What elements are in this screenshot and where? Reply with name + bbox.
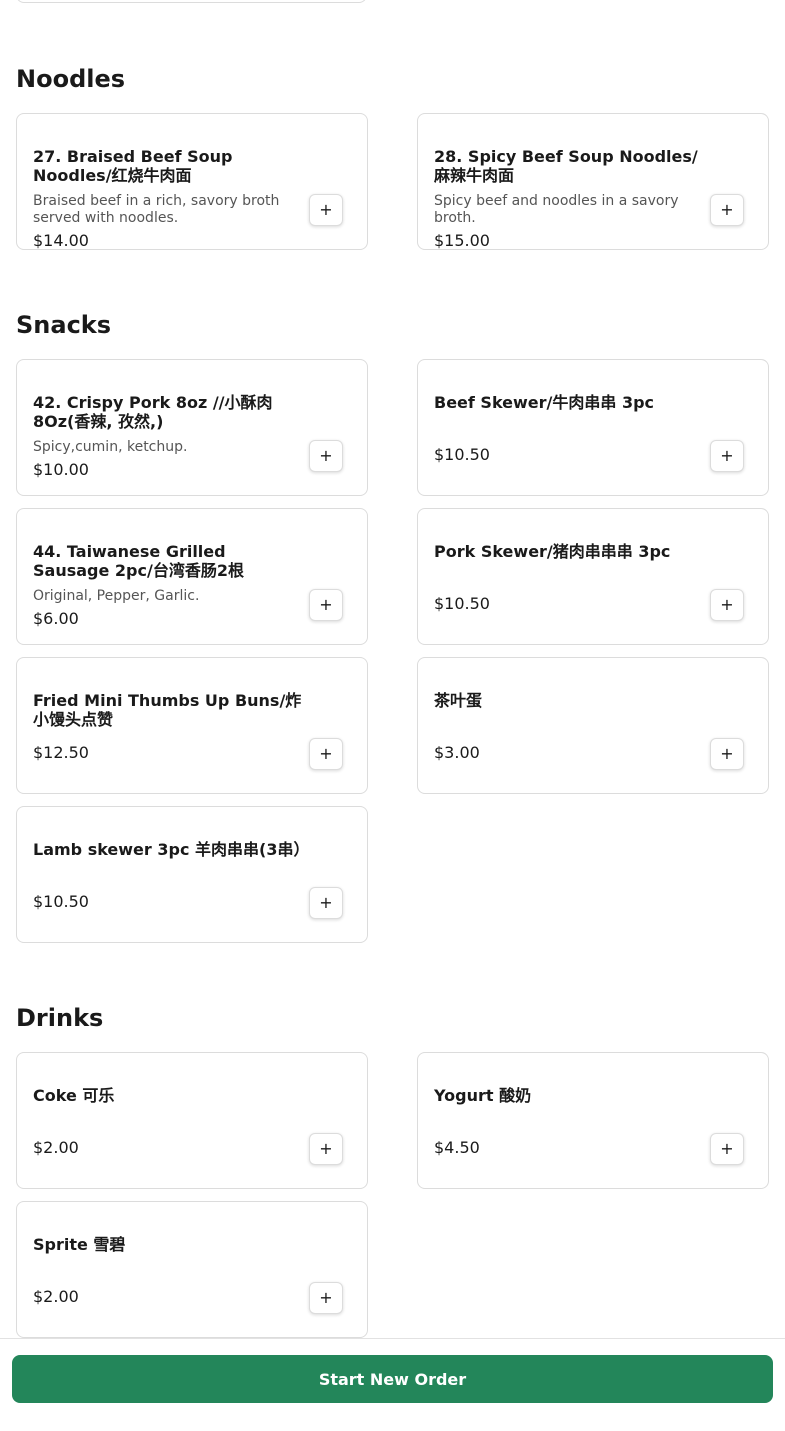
item-description: Original, Pepper, Garlic. xyxy=(33,588,200,604)
section-title: Snacks xyxy=(16,311,112,339)
add-item-button[interactable]: + xyxy=(710,194,744,226)
add-item-button[interactable]: + xyxy=(710,589,744,621)
menu-item-card-partial xyxy=(16,0,367,3)
item-price: $4.50 xyxy=(434,1138,480,1157)
item-name: 27. Braised Beef Soup Noodles/红烧牛肉面 xyxy=(33,147,233,185)
item-name: Beef Skewer/牛肉串串 3pc xyxy=(434,393,655,412)
menu-item-card[interactable]: 茶叶蛋 $3.00 + xyxy=(417,657,769,794)
item-description: Spicy beef and noodles in a savory broth… xyxy=(434,193,679,226)
item-name: Lamb skewer 3pc 羊肉串串(3串） xyxy=(33,840,310,859)
add-item-button[interactable]: + xyxy=(309,589,343,621)
plus-icon: + xyxy=(319,200,333,219)
add-item-button[interactable]: + xyxy=(309,440,343,472)
plus-icon: + xyxy=(319,446,333,465)
menu-item-card[interactable]: 28. Spicy Beef Soup Noodles/麻辣牛肉面 Spicy … xyxy=(417,113,769,250)
item-price: $10.50 xyxy=(33,892,89,911)
item-price: $2.00 xyxy=(33,1138,79,1157)
section-title: Drinks xyxy=(16,1004,104,1032)
section-snacks: Snacks 42. Crispy Pork 8oz //小酥肉 8Oz(香辣,… xyxy=(16,310,769,943)
add-item-button[interactable]: + xyxy=(309,194,343,226)
add-item-button[interactable]: + xyxy=(309,738,343,770)
section-title: Noodles xyxy=(16,65,126,93)
menu-item-card[interactable]: 44. Taiwanese Grilled Sausage 2pc/台湾香肠2根… xyxy=(16,508,368,645)
item-price: $3.00 xyxy=(434,743,480,762)
add-item-button[interactable]: + xyxy=(710,440,744,472)
plus-icon: + xyxy=(720,200,734,219)
item-price: $10.50 xyxy=(434,445,490,464)
plus-icon: + xyxy=(319,1288,333,1307)
item-name: Fried Mini Thumbs Up Buns/炸 小馒头点赞 xyxy=(33,691,302,729)
plus-icon: + xyxy=(720,446,734,465)
plus-icon: + xyxy=(720,744,734,763)
item-price: $2.00 xyxy=(33,1287,79,1306)
item-description: Braised beef in a rich, savory broth ser… xyxy=(33,193,280,226)
item-name: Sprite 雪碧 xyxy=(33,1235,126,1254)
plus-icon: + xyxy=(319,893,333,912)
plus-icon: + xyxy=(720,1139,734,1158)
item-price: $14.00 xyxy=(33,231,89,250)
order-footer: Start New Order xyxy=(0,1338,785,1431)
item-name: Pork Skewer/猪肉串串串 3pc xyxy=(434,542,671,561)
plus-icon: + xyxy=(319,744,333,763)
menu-item-card[interactable]: 42. Crispy Pork 8oz //小酥肉 8Oz(香辣, 孜然,) S… xyxy=(16,359,368,496)
add-item-button[interactable]: + xyxy=(309,887,343,919)
item-name: Coke 可乐 xyxy=(33,1086,115,1105)
menu-grid: 42. Crispy Pork 8oz //小酥肉 8Oz(香辣, 孜然,) S… xyxy=(16,359,769,943)
add-item-button[interactable]: + xyxy=(710,738,744,770)
item-description: Spicy,cumin, ketchup. xyxy=(33,439,188,455)
menu-item-card[interactable]: Fried Mini Thumbs Up Buns/炸 小馒头点赞 $12.50… xyxy=(16,657,368,794)
menu-item-card[interactable]: Lamb skewer 3pc 羊肉串串(3串） $10.50 + xyxy=(16,806,368,943)
section-drinks: Drinks Coke 可乐 $2.00 + Yogurt 酸奶 $4.50 +… xyxy=(16,1003,769,1338)
item-price: $12.50 xyxy=(33,743,89,762)
item-price: $15.00 xyxy=(434,231,490,250)
menu-grid: 27. Braised Beef Soup Noodles/红烧牛肉面 Brai… xyxy=(16,113,769,250)
item-name: 44. Taiwanese Grilled Sausage 2pc/台湾香肠2根 xyxy=(33,542,244,580)
menu-item-card[interactable]: Sprite 雪碧 $2.00 + xyxy=(16,1201,368,1338)
menu-item-card[interactable]: Coke 可乐 $2.00 + xyxy=(16,1052,368,1189)
plus-icon: + xyxy=(319,1139,333,1158)
menu-item-card[interactable]: 27. Braised Beef Soup Noodles/红烧牛肉面 Brai… xyxy=(16,113,368,250)
add-item-button[interactable]: + xyxy=(309,1133,343,1165)
menu-item-card[interactable]: Pork Skewer/猪肉串串串 3pc $10.50 + xyxy=(417,508,769,645)
menu-item-card[interactable]: Yogurt 酸奶 $4.50 + xyxy=(417,1052,769,1189)
start-new-order-button[interactable]: Start New Order xyxy=(12,1355,773,1403)
plus-icon: + xyxy=(720,595,734,614)
item-price: $10.00 xyxy=(33,460,89,479)
item-price: $6.00 xyxy=(33,609,79,628)
menu-item-card[interactable]: Beef Skewer/牛肉串串 3pc $10.50 + xyxy=(417,359,769,496)
section-noodles: Noodles 27. Braised Beef Soup Noodles/红烧… xyxy=(16,64,769,250)
item-price: $10.50 xyxy=(434,594,490,613)
add-item-button[interactable]: + xyxy=(710,1133,744,1165)
plus-icon: + xyxy=(319,595,333,614)
add-item-button[interactable]: + xyxy=(309,1282,343,1314)
item-name: 28. Spicy Beef Soup Noodles/麻辣牛肉面 xyxy=(434,147,698,185)
menu-grid: Coke 可乐 $2.00 + Yogurt 酸奶 $4.50 + Sprite… xyxy=(16,1052,769,1338)
item-name: 42. Crispy Pork 8oz //小酥肉 8Oz(香辣, 孜然,) xyxy=(33,393,273,431)
item-name: Yogurt 酸奶 xyxy=(434,1086,532,1105)
item-name: 茶叶蛋 xyxy=(434,691,483,710)
